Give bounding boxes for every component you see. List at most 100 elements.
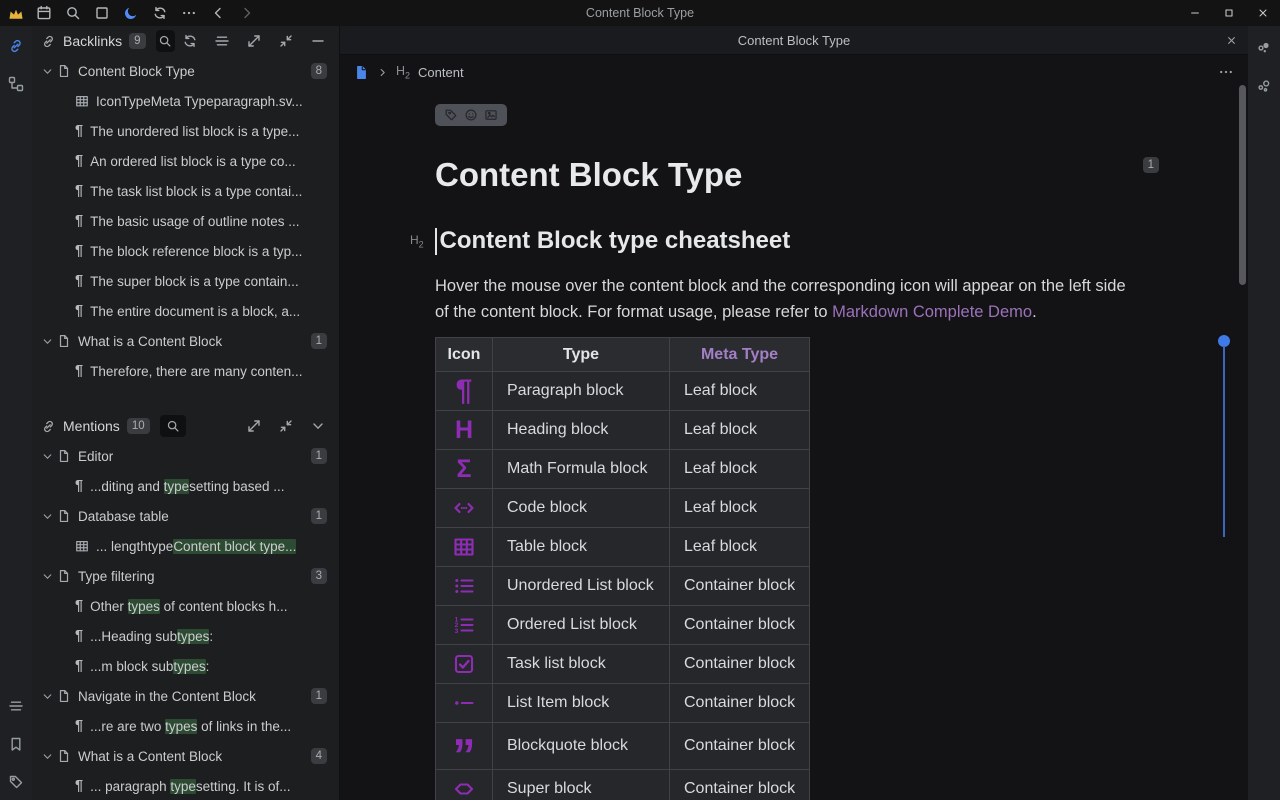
scrollbar-thumb[interactable]: [1239, 85, 1246, 285]
backlinks-search-button[interactable]: [156, 30, 175, 52]
outline-panel-icon[interactable]: [8, 698, 24, 714]
block-tree-item[interactable]: ¶The unordered list block is a type...: [32, 116, 339, 146]
doc-tree-item[interactable]: Database table1: [32, 501, 339, 531]
doc-tree-item[interactable]: Editor1: [32, 441, 339, 471]
mentions-search-button[interactable]: [160, 415, 186, 437]
document-icon[interactable]: [354, 65, 369, 80]
type-cell: Blockquote block: [493, 723, 670, 770]
type-cell: Paragraph block: [493, 372, 670, 411]
backlinks-panel-icon[interactable]: [8, 38, 24, 54]
chevron-down-icon[interactable]: [41, 65, 54, 78]
chevron-right-icon: [377, 67, 388, 78]
doc-title-badge[interactable]: 1: [1143, 157, 1159, 173]
paragraph-link[interactable]: Markdown Complete Demo: [832, 303, 1032, 321]
count-badge: 1: [311, 333, 327, 349]
fold-icon[interactable]: [310, 418, 326, 434]
mentions-count-badge: 10: [127, 418, 150, 434]
collapse-all-icon[interactable]: [278, 33, 294, 49]
tab-document[interactable]: Content Block Type: [738, 33, 851, 48]
maximize-icon[interactable]: [1212, 0, 1246, 26]
mentions-title: Mentions: [63, 418, 120, 434]
tree-item-label: Type filtering: [78, 569, 155, 584]
count-badge: 3: [311, 568, 327, 584]
doc-tree-item[interactable]: Type filtering 3: [32, 561, 339, 591]
flashcard-icon[interactable]: [94, 5, 110, 21]
paragraph-icon: ¶: [75, 658, 83, 674]
chevron-down-icon[interactable]: [41, 570, 54, 583]
forward-icon[interactable]: [239, 5, 255, 21]
heading-gutter-label[interactable]: H2: [410, 233, 424, 249]
tree-item-label: ...diting and typesetting based ...: [90, 479, 284, 494]
breadcrumb-more-icon[interactable]: [1218, 64, 1234, 80]
doc-title[interactable]: Content Block Type: [435, 156, 1159, 194]
paragraph-icon: ¶: [75, 303, 83, 319]
chevron-down-icon[interactable]: [41, 690, 54, 703]
doc-tree-item[interactable]: Content Block Type8: [32, 56, 339, 86]
block-tree-item[interactable]: ¶The task list block is a type contai...: [32, 176, 339, 206]
doc-emoji-icon[interactable]: [464, 108, 478, 122]
text-caret: [435, 228, 437, 255]
close-icon[interactable]: [1246, 0, 1280, 26]
block-tree-item[interactable]: ... lengthtypeContent block type...: [32, 531, 339, 561]
content-block-table: IconTypeMeta Type ¶Paragraph blockLeaf b…: [435, 337, 810, 800]
right-dock: [1248, 26, 1280, 800]
heading-row: H2 Content Block type cheatsheet: [435, 226, 1248, 256]
block-tree-item[interactable]: ¶The super block is a type contain...: [32, 266, 339, 296]
heading-text[interactable]: Content Block type cheatsheet: [440, 227, 791, 255]
doc-tree-item[interactable]: What is a Content Block4: [32, 741, 339, 771]
refresh-icon[interactable]: [182, 33, 198, 49]
relations-panel-icon[interactable]: [1256, 78, 1272, 94]
tag-panel-icon[interactable]: [8, 774, 24, 790]
doc-tree-item[interactable]: Navigate in the Content Block1: [32, 681, 339, 711]
search-icon[interactable]: [65, 5, 81, 21]
block-tree-item[interactable]: ¶...re are two types of links in the...: [32, 711, 339, 741]
block-tree-item[interactable]: ¶... paragraph typesetting. It is of...: [32, 771, 339, 800]
block-tree-item[interactable]: ¶Other types of content blocks h...: [32, 591, 339, 621]
breadcrumb-heading-label[interactable]: Content: [418, 65, 464, 80]
daily-note-icon[interactable]: [36, 5, 52, 21]
tab-close-icon[interactable]: [1225, 34, 1238, 47]
inbox-panel-icon[interactable]: [1256, 40, 1272, 56]
breadcrumb-heading-level[interactable]: H2: [396, 64, 410, 81]
chevron-down-icon[interactable]: [41, 750, 54, 763]
chevron-down-icon[interactable]: [41, 450, 54, 463]
block-tree-item[interactable]: IconTypeMeta Typeparagraph.sv...: [32, 86, 339, 116]
svg-text:3: 3: [455, 628, 459, 635]
block-tree-item[interactable]: ¶...m block subtypes:: [32, 651, 339, 681]
theme-mode-icon[interactable]: [123, 5, 139, 21]
graph-panel-icon[interactable]: [8, 76, 24, 92]
chevron-down-icon[interactable]: [41, 510, 54, 523]
paragraph-icon: ¶: [75, 153, 83, 169]
back-icon[interactable]: [210, 5, 226, 21]
bookmark-panel-icon[interactable]: [8, 736, 24, 752]
expand-all-icon[interactable]: [246, 33, 262, 49]
chevron-down-icon[interactable]: [41, 335, 54, 348]
paragraph[interactable]: Hover the mouse over the content block a…: [435, 273, 1141, 325]
block-tree-item[interactable]: ¶Therefore, there are many conten...: [32, 356, 339, 386]
more-menu-icon[interactable]: [181, 5, 197, 21]
block-tree-item[interactable]: ¶...diting and typesetting based ...: [32, 471, 339, 501]
minimize-icon[interactable]: [1178, 0, 1212, 26]
block-tree-item[interactable]: ¶The basic usage of outline notes ...: [32, 206, 339, 236]
collapse-all-icon[interactable]: [278, 418, 294, 434]
layout-icon[interactable]: [214, 33, 230, 49]
backlinks-icon: [41, 34, 56, 49]
count-badge: 1: [311, 448, 327, 464]
editor[interactable]: Content Block Type 1 H2 Content Block ty…: [340, 104, 1248, 800]
doc-banner-icon[interactable]: [484, 108, 498, 122]
block-tree-item[interactable]: ¶The entire document is a block, a...: [32, 296, 339, 326]
sync-icon[interactable]: [152, 5, 168, 21]
crown-icon[interactable]: [7, 5, 25, 23]
min-panel-icon[interactable]: [310, 33, 326, 49]
table-row: HHeading blockLeaf block: [436, 411, 810, 450]
doc-tag-icon[interactable]: [444, 108, 458, 122]
block-tree-item[interactable]: ¶The block reference block is a typ...: [32, 236, 339, 266]
doc-tree-item[interactable]: What is a Content Block1: [32, 326, 339, 356]
backlinks-tree: Content Block Type8IconTypeMeta Typepara…: [32, 56, 339, 386]
table-header-cell: Meta Type: [670, 338, 810, 372]
block-tree-item[interactable]: ¶An ordered list block is a type co...: [32, 146, 339, 176]
block-tree-item[interactable]: ¶...Heading subtypes:: [32, 621, 339, 651]
window-controls: [1178, 0, 1280, 26]
expand-all-icon[interactable]: [246, 418, 262, 434]
unordered-list-icon: [452, 574, 476, 598]
